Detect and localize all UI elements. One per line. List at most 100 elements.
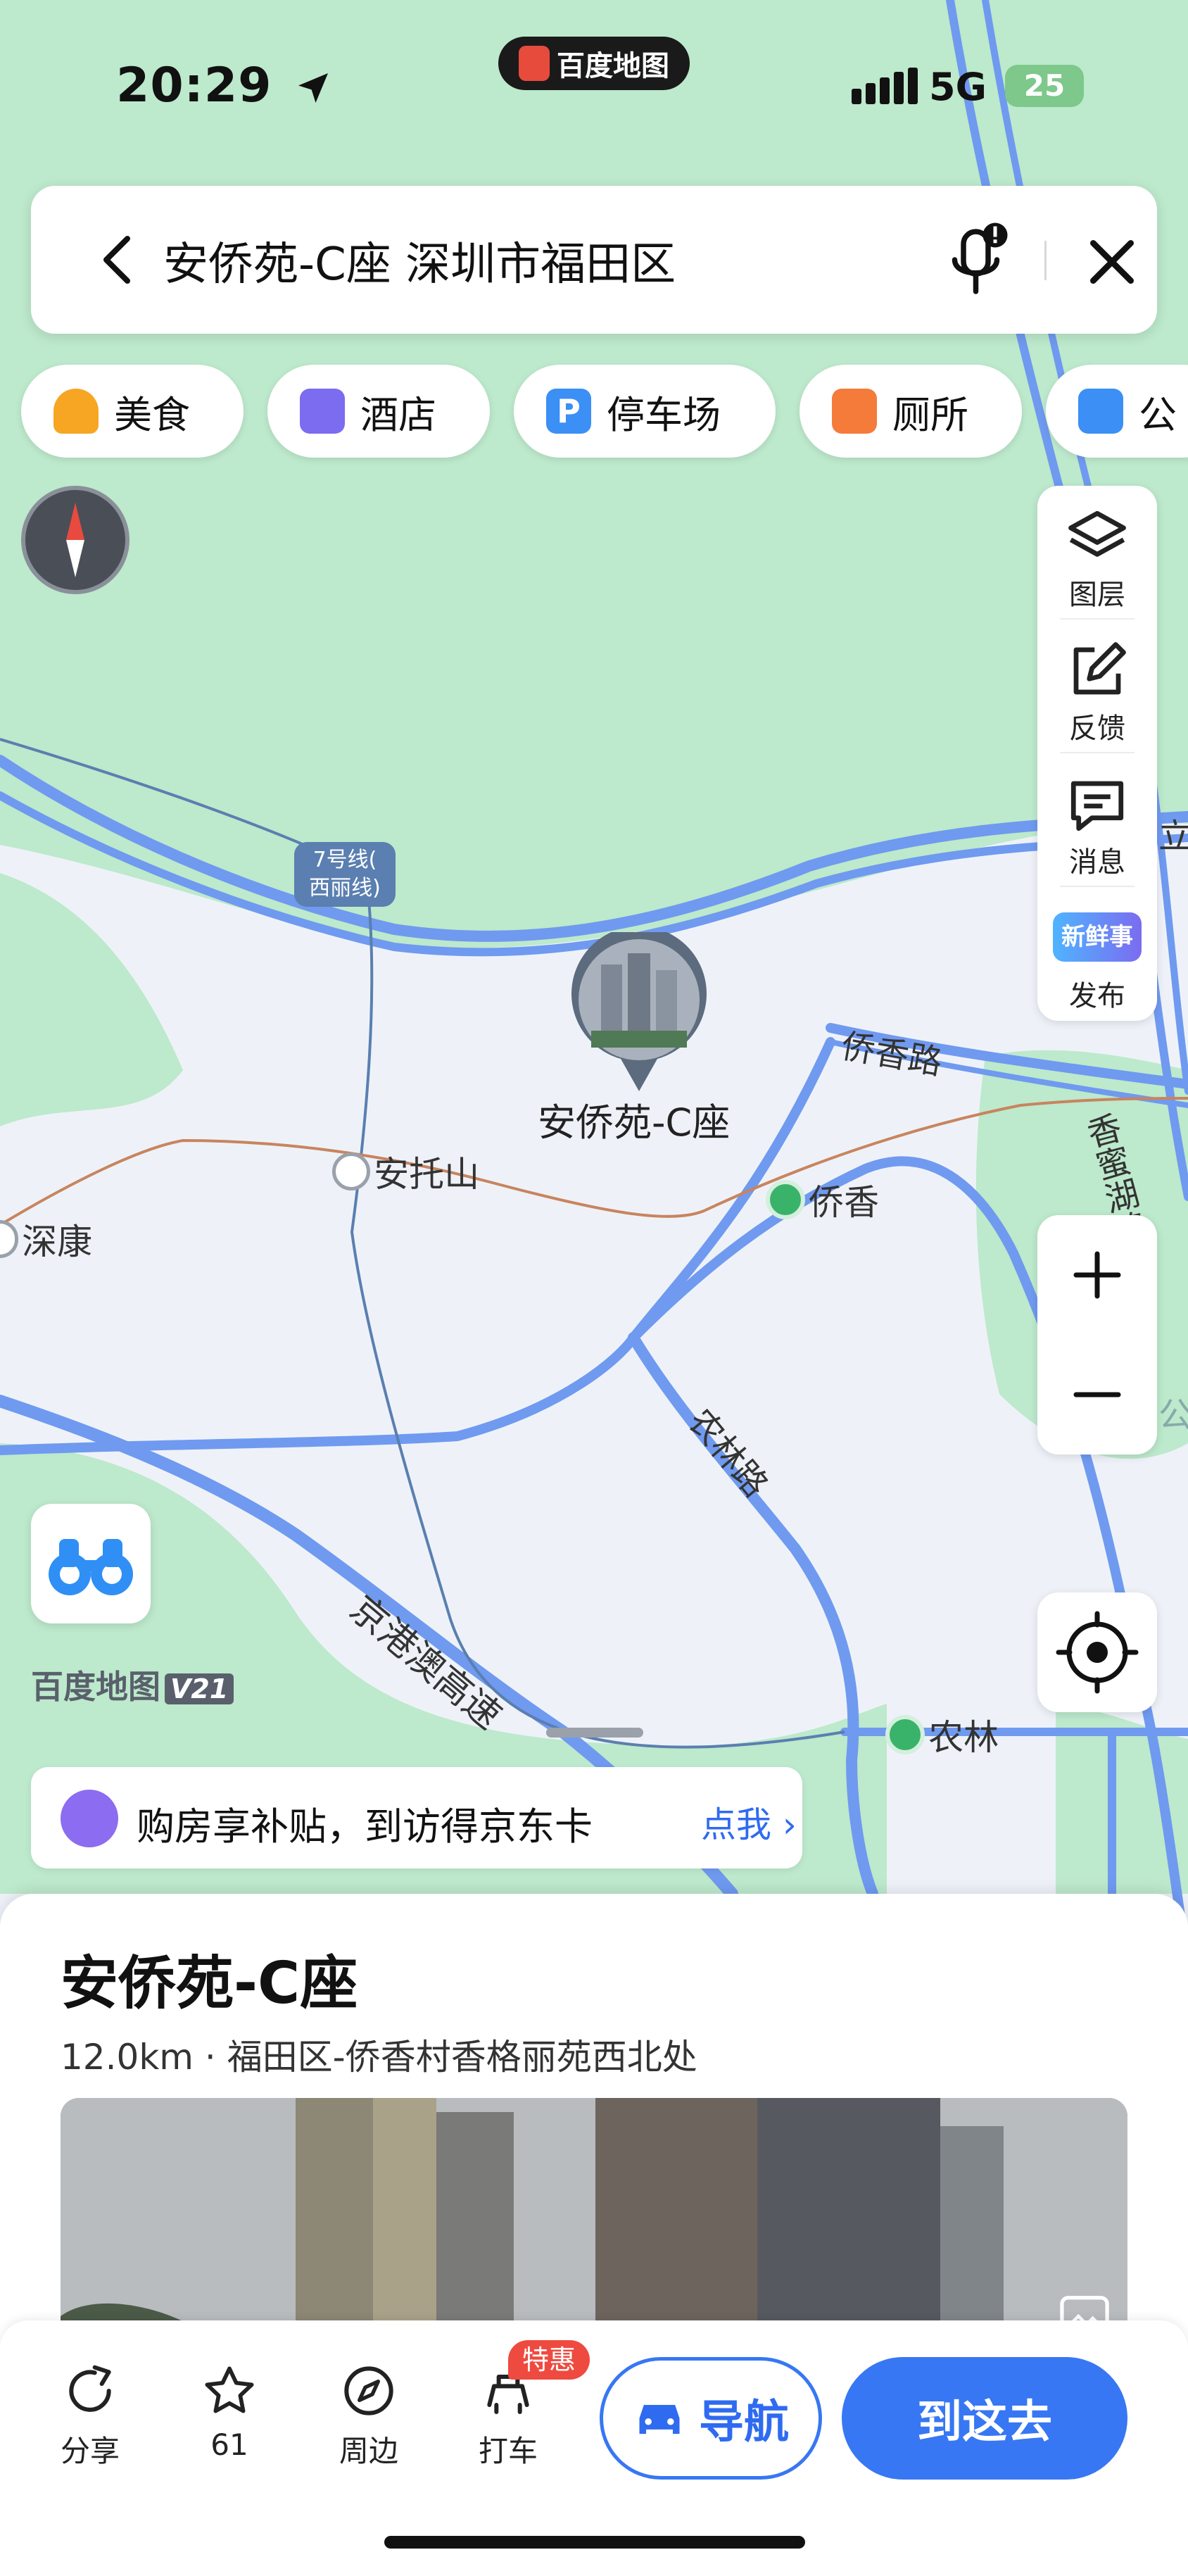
search-divider <box>1044 241 1047 280</box>
zoom-out-icon[interactable] <box>1037 1335 1157 1455</box>
layers-icon <box>1068 510 1126 557</box>
compass-icon <box>344 2366 393 2415</box>
share-label: 分享 <box>60 2434 120 2468</box>
toilet-icon <box>832 389 877 434</box>
navigate-label: 导航 <box>699 2396 789 2449</box>
station-label: 安托山 <box>374 1154 480 1195</box>
nearby-label: 周边 <box>339 2434 398 2468</box>
metro-station-icon <box>766 1180 805 1219</box>
station-antuoshan[interactable]: 安托山 <box>332 1146 479 1197</box>
category-label: 美食 <box>114 392 190 437</box>
category-label: 酒店 <box>360 392 436 437</box>
compass-needle-icon <box>66 503 84 577</box>
location-arrow-icon <box>298 73 329 103</box>
status-time-text: 20:29 <box>116 58 272 113</box>
home-indicator <box>384 2536 805 2549</box>
station-shenkang[interactable]: 深康 <box>0 1214 92 1264</box>
metro-line-tag-line2: 西丽线) <box>309 876 381 900</box>
nearby-button[interactable]: 周边 <box>320 2363 418 2470</box>
category-chip-toilet[interactable]: 厕所 <box>800 365 1022 458</box>
chevron-right-icon: › <box>782 1804 797 1845</box>
publish-button[interactable]: 新鲜事 发布 <box>1037 887 1157 1021</box>
zoom-in-icon[interactable] <box>1037 1215 1157 1335</box>
station-label: 农林 <box>928 1717 999 1758</box>
food-icon <box>53 389 99 434</box>
station-label: 深康 <box>22 1221 93 1262</box>
metro-station-icon <box>0 1220 18 1258</box>
signal-icon <box>852 68 918 104</box>
category-chip-hotel[interactable]: 酒店 <box>267 365 490 458</box>
go-here-button[interactable]: 到这去 <box>842 2357 1127 2480</box>
search-query[interactable]: 安侨苑-C座 深圳市福田区 <box>163 228 676 293</box>
publish-badge-icon: 新鲜事 <box>1053 912 1142 962</box>
promo-cta-label: 点我 <box>701 1804 771 1845</box>
compass[interactable] <box>21 486 129 594</box>
station-qiaoxiang[interactable]: 侨香 <box>766 1174 879 1225</box>
sheet-drag-handle[interactable] <box>546 1728 643 1738</box>
layers-label: 图层 <box>1069 579 1125 611</box>
share-button[interactable]: 分享 <box>41 2363 139 2470</box>
feedback-button[interactable]: 反馈 <box>1037 620 1157 753</box>
place-title: 安侨苑-C座 <box>61 1950 358 2017</box>
car-icon <box>639 2405 680 2434</box>
messages-label: 消息 <box>1069 846 1125 879</box>
metro-line-tag[interactable]: 7号线( 西丽线) <box>294 842 396 907</box>
app-indicator-label: 百度地图 <box>557 50 669 82</box>
category-chip-parking[interactable]: P 停车场 <box>514 365 776 458</box>
binoculars-icon <box>49 1539 133 1595</box>
status-time: 20:29 <box>116 58 333 113</box>
promo-banner[interactable]: 购房享补贴，到访得京东卡 点我 › <box>31 1767 802 1868</box>
category-label: 公 <box>1139 392 1177 437</box>
messages-button[interactable]: 消息 <box>1037 753 1157 887</box>
feedback-label: 反馈 <box>1069 712 1125 745</box>
explore-button[interactable] <box>31 1504 151 1623</box>
search-bar[interactable]: 安侨苑-C座 深圳市福田区 <box>31 186 1157 334</box>
category-label: 厕所 <box>892 392 968 437</box>
layers-button[interactable]: 图层 <box>1037 486 1157 620</box>
map-tools-panel: 图层 反馈 消息 新鲜事 发布 <box>1037 486 1157 1021</box>
go-here-label: 到这去 <box>917 2396 1052 2449</box>
metro-station-icon <box>885 1715 925 1754</box>
metro-station-icon <box>332 1152 370 1190</box>
edge-label-right-2: 公 <box>1158 1395 1188 1435</box>
navigate-button[interactable]: 导航 <box>600 2357 822 2480</box>
category-chip-food[interactable]: 美食 <box>21 365 244 458</box>
crosshair-icon <box>1056 1611 1139 1694</box>
house-icon <box>61 1790 118 1847</box>
place-distance: 12.0km <box>61 2037 194 2078</box>
promo-cta[interactable]: 点我 › <box>701 1797 797 1847</box>
place-subtitle: 12.0km · 福田区-侨香村香格丽苑西北处 <box>61 2037 697 2078</box>
edge-label-right-1: 立 <box>1158 817 1188 856</box>
parking-icon: P <box>546 389 591 434</box>
feedback-edit-icon <box>1073 642 1126 695</box>
hotel-icon <box>300 389 345 434</box>
star-icon <box>205 2366 254 2413</box>
taxi-discount-badge: 特惠 <box>508 2340 590 2380</box>
station-nonglin[interactable]: 农林 <box>885 1709 999 1760</box>
poi-marker[interactable] <box>570 926 708 1094</box>
favorite-count: 61 <box>210 2427 248 2462</box>
bus-icon <box>1078 389 1123 434</box>
place-photo[interactable] <box>61 2098 1127 2351</box>
network-type: 5G <box>929 65 987 109</box>
share-icon <box>69 2365 111 2412</box>
close-icon[interactable] <box>1084 234 1140 290</box>
watermark-brand: 百度地图 <box>31 1668 160 1706</box>
publish-label: 发布 <box>1069 980 1125 1012</box>
back-chevron-icon[interactable] <box>96 235 138 284</box>
map-watermark: 百度地图 V21 <box>31 1661 234 1708</box>
battery-level: 25 <box>1005 65 1084 107</box>
locate-button[interactable] <box>1037 1592 1157 1712</box>
app-indicator[interactable]: 百度地图 <box>498 37 690 90</box>
message-icon <box>1070 781 1124 831</box>
station-label: 侨香 <box>809 1182 880 1223</box>
category-chip-bus[interactable]: 公 <box>1046 365 1188 458</box>
baidu-maps-logo-icon <box>519 46 550 81</box>
place-address: 福田区-侨香村香格丽苑西北处 <box>227 2037 697 2078</box>
microphone-icon[interactable] <box>946 221 1009 299</box>
favorite-button[interactable]: 61 <box>180 2363 279 2462</box>
watermark-version: V21 <box>165 1673 234 1704</box>
poi-label[interactable]: 安侨苑-C座 <box>538 1091 730 1147</box>
metro-line-tag-line1: 7号线( <box>312 848 377 872</box>
taxi-label: 打车 <box>478 2434 538 2468</box>
